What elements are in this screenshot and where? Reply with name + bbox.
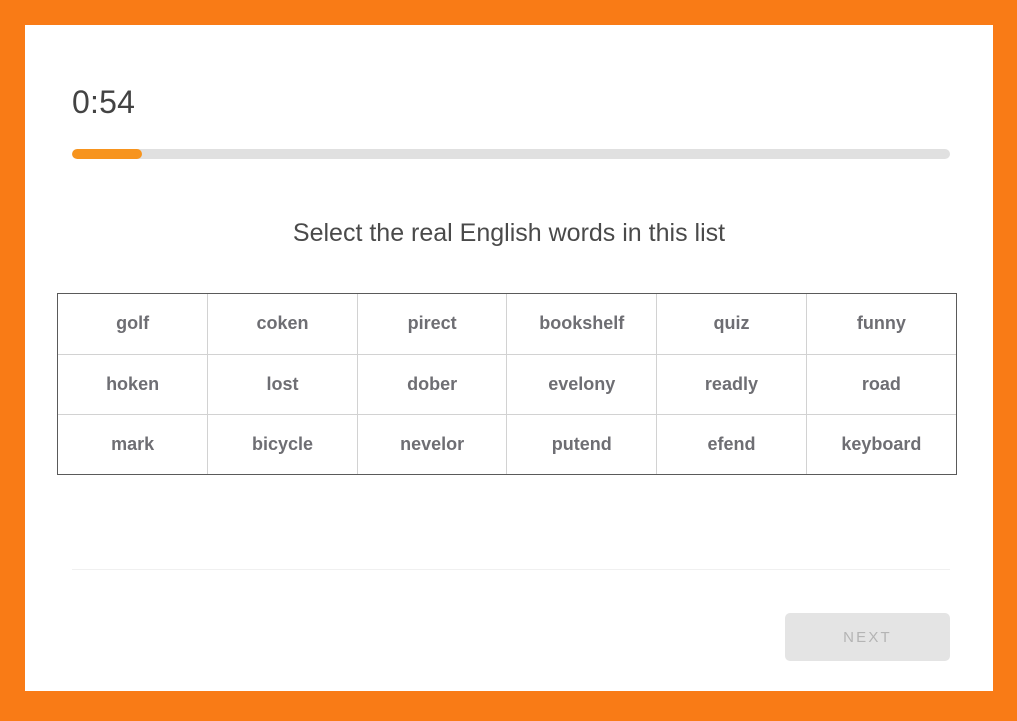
- app-frame: 0:54 Select the real English words in th…: [0, 0, 1017, 721]
- word-option[interactable]: evelony: [506, 354, 658, 415]
- progress-bar-track: [72, 149, 950, 159]
- word-grid-table: golf coken pirect bookshelf quiz funny hoken lo…: [58, 294, 956, 474]
- word-option[interactable]: golf: [58, 294, 209, 355]
- footer-divider: [72, 569, 950, 570]
- word-option[interactable]: coken: [207, 294, 358, 355]
- word-option[interactable]: efend: [656, 414, 807, 474]
- question-prompt: Select the real English words in this li…: [292, 219, 726, 247]
- word-option[interactable]: bicycle: [207, 414, 358, 474]
- word-grid-row: hoken lost dober evelony readly road: [58, 354, 956, 415]
- word-option[interactable]: funny: [806, 294, 956, 355]
- next-button[interactable]: Next: [785, 613, 950, 661]
- word-option[interactable]: dober: [357, 354, 508, 415]
- word-option[interactable]: nevelor: [357, 414, 508, 474]
- word-grid-body: golf coken pirect bookshelf quiz funny hoken lo…: [58, 294, 956, 474]
- word-option[interactable]: mark: [58, 414, 209, 474]
- word-option[interactable]: quiz: [656, 294, 807, 355]
- word-option[interactable]: keyboard: [806, 414, 956, 474]
- quiz-card: 0:54 Select the real English words in th…: [25, 25, 993, 691]
- word-grid: golf coken pirect bookshelf quiz funny hoken lo…: [57, 293, 957, 475]
- word-grid-row: golf coken pirect bookshelf quiz funny: [58, 294, 956, 355]
- word-option[interactable]: pirect: [357, 294, 508, 355]
- countdown-timer: 0:54: [72, 84, 136, 120]
- word-option[interactable]: bookshelf: [506, 294, 658, 355]
- word-grid-row: mark bicycle nevelor putend efend keyboard: [58, 414, 956, 474]
- word-option[interactable]: lost: [207, 354, 358, 415]
- word-option[interactable]: hoken: [58, 354, 209, 415]
- word-option[interactable]: putend: [506, 414, 658, 474]
- word-option[interactable]: road: [806, 354, 956, 415]
- word-option[interactable]: readly: [656, 354, 807, 415]
- progress-bar-fill: [72, 149, 143, 159]
